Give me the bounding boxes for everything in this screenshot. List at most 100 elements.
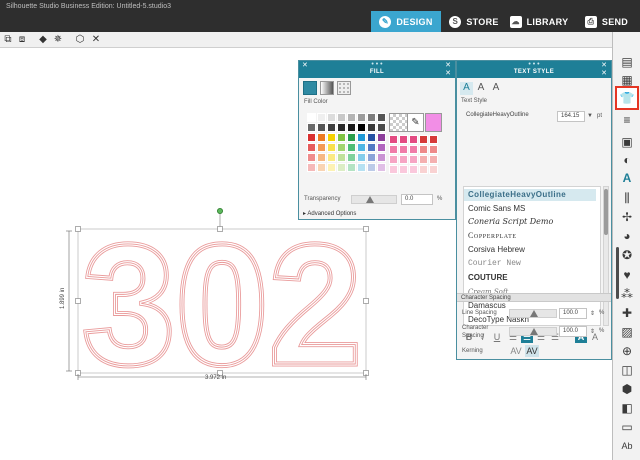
color-swatch[interactable] [317, 163, 326, 172]
color-swatch[interactable] [327, 163, 336, 172]
color-swatch[interactable] [429, 155, 438, 164]
text-style-panel-header[interactable]: • • • TEXT STYLE ✕ ✕ [457, 61, 611, 78]
color-swatch[interactable] [409, 135, 418, 144]
text-effects-tab-icon[interactable]: A [475, 82, 487, 94]
trace-icon[interactable]: ♥ [617, 265, 637, 285]
color-swatch[interactable] [337, 113, 346, 122]
fill-pattern-icon[interactable]: ▣ [617, 132, 637, 152]
color-swatch[interactable] [399, 135, 408, 144]
color-swatch[interactable] [337, 123, 346, 132]
group-icon[interactable]: ⧉ [2, 34, 14, 46]
color-swatch[interactable] [307, 123, 316, 132]
font-size-dropdown[interactable]: ▼ [587, 113, 593, 119]
pin-icon[interactable]: ✕ [445, 61, 451, 69]
color-swatch[interactable] [399, 165, 408, 174]
list-item[interactable]: Copperplate [468, 230, 517, 242]
color-swatch[interactable] [357, 153, 366, 162]
compound-path-icon[interactable]: ◆ [37, 34, 49, 46]
color-swatch[interactable] [357, 143, 366, 152]
layers-icon[interactable]: ⊕ [617, 341, 637, 361]
transparency-slider[interactable] [351, 195, 397, 204]
grid-icon[interactable]: ▦ [617, 70, 637, 90]
advanced-options-toggle[interactable]: ▸ Advanced Options [303, 210, 356, 217]
kerning-on-button[interactable]: AV [525, 345, 539, 357]
color-swatch[interactable] [399, 145, 408, 154]
color-swatch[interactable] [317, 123, 326, 132]
color-swatch[interactable] [327, 153, 336, 162]
color-swatch[interactable] [307, 133, 316, 142]
color-swatch[interactable] [357, 133, 366, 142]
color-swatch[interactable] [347, 113, 356, 122]
close-icon[interactable]: ✕ [601, 69, 607, 77]
color-swatch[interactable] [377, 113, 386, 122]
color-swatch[interactable] [419, 145, 428, 154]
color-swatch[interactable] [389, 165, 398, 174]
color-swatch[interactable] [367, 123, 376, 132]
text-style-tab-icon[interactable]: A [460, 82, 473, 95]
color-swatch[interactable] [367, 163, 376, 172]
color-swatch[interactable] [367, 133, 376, 142]
color-swatch[interactable] [337, 143, 346, 152]
color-swatch[interactable] [399, 155, 408, 164]
list-item[interactable]: Comic Sans MS [468, 203, 525, 215]
color-swatch[interactable] [389, 145, 398, 154]
replicate-icon[interactable]: ✢ [617, 207, 637, 227]
rhinestone-icon[interactable]: ▨ [617, 322, 637, 342]
color-swatch[interactable] [337, 133, 346, 142]
color-swatch[interactable] [377, 143, 386, 152]
color-swatch[interactable] [347, 153, 356, 162]
kerning-off-button[interactable]: AV [509, 345, 523, 357]
color-swatch[interactable] [357, 113, 366, 122]
fill-pattern-tab[interactable] [337, 81, 351, 95]
color-swatch[interactable] [389, 155, 398, 164]
font-size-input[interactable]: 164.15 [557, 111, 585, 122]
character-spacing-slider[interactable] [509, 327, 557, 336]
modify-icon[interactable]: ✵ [52, 34, 64, 46]
font-list-scrollbar[interactable] [603, 186, 609, 326]
tab-send[interactable]: ⎙ SEND [573, 11, 640, 32]
text-path-tab-icon[interactable]: A [490, 82, 502, 94]
text-to-path-icon[interactable]: Ab [617, 436, 637, 456]
color-swatch[interactable] [337, 153, 346, 162]
ungroup-icon[interactable]: ⧈ [16, 34, 28, 46]
color-swatch[interactable] [307, 153, 316, 162]
list-item[interactable]: Corsiva Hebrew [468, 244, 525, 256]
text-style-icon[interactable]: A [617, 168, 637, 188]
close-icon[interactable]: ✕ [445, 69, 451, 77]
font-name-field[interactable]: CollegiateHeavyOutline [463, 111, 555, 122]
color-swatch[interactable] [419, 165, 428, 174]
color-swatch[interactable] [419, 155, 428, 164]
color-swatch[interactable] [327, 123, 336, 132]
color-swatch[interactable] [409, 165, 418, 174]
character-spacing-input[interactable]: 100.0 [559, 326, 587, 337]
color-swatch[interactable] [317, 143, 326, 152]
color-swatch[interactable] [357, 163, 366, 172]
tab-store[interactable]: S STORE [443, 11, 505, 32]
color-swatch[interactable] [409, 145, 418, 154]
list-item[interactable]: Coneria Script Demo [468, 216, 553, 228]
object-3d-icon[interactable]: ⬡ [74, 34, 86, 46]
line-spacing-stepper[interactable]: ⇕ [590, 310, 595, 317]
color-swatch[interactable] [347, 143, 356, 152]
color-swatch[interactable] [317, 153, 326, 162]
color-swatch[interactable] [317, 113, 326, 122]
line-spacing-slider[interactable] [509, 309, 557, 318]
color-swatch[interactable] [377, 133, 386, 142]
offset-icon[interactable]: ✪ [617, 245, 637, 265]
character-spacing-stepper[interactable]: ⇕ [590, 328, 595, 335]
color-swatch[interactable] [307, 163, 316, 172]
selected-color-swatch[interactable] [425, 113, 442, 132]
color-swatch[interactable] [307, 113, 316, 122]
color-swatch[interactable] [377, 163, 386, 172]
font-item-selected[interactable]: CollegiateHeavyOutline [464, 189, 596, 201]
list-item[interactable]: COUTURE [468, 272, 508, 284]
fill-color-icon[interactable]: 👕 [615, 86, 639, 110]
color-swatch[interactable] [409, 155, 418, 164]
list-item[interactable]: Courier New [468, 258, 521, 270]
color-swatch[interactable] [327, 143, 336, 152]
warp-icon[interactable]: ◧ [617, 398, 637, 418]
color-swatch[interactable] [367, 143, 376, 152]
fill-solid-tab[interactable] [303, 81, 317, 95]
transform-icon[interactable]: ✚ [617, 303, 637, 323]
page-setup-icon[interactable]: ▤ [617, 52, 637, 72]
